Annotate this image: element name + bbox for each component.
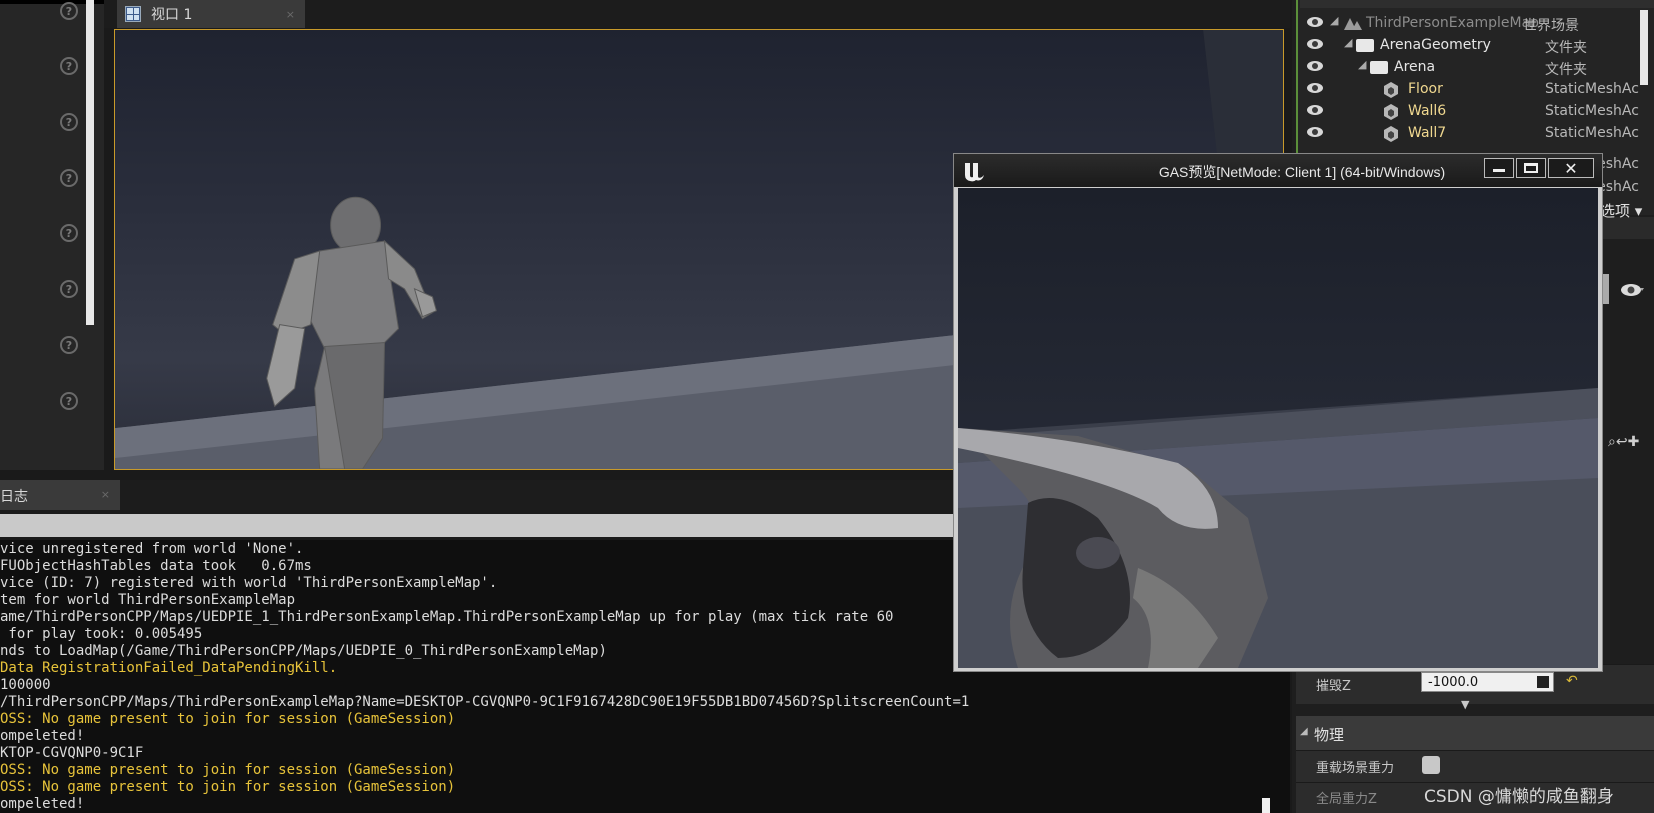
log-line: ompeleted! xyxy=(0,796,85,812)
log-line: KTOP-CGVQNP0-9C1F xyxy=(0,745,144,761)
tab-label: 日志 xyxy=(0,489,28,505)
expand-arrow-icon[interactable]: ◢ xyxy=(1358,58,1366,71)
log-line: OSS: No game present to join for session… xyxy=(0,779,456,795)
outliner-row-type: StaticMeshAc xyxy=(1545,81,1639,97)
close-button[interactable]: ✕ xyxy=(1548,158,1594,178)
outliner-row-name: Floor xyxy=(1408,81,1443,97)
visibility-eye-icon[interactable] xyxy=(1306,15,1324,29)
log-line: ompeleted! xyxy=(0,728,85,744)
override-gravity-checkbox[interactable] xyxy=(1422,756,1440,774)
help-icon[interactable]: ? xyxy=(60,336,78,354)
help-icon[interactable]: ? xyxy=(60,280,78,298)
left-scrollbar[interactable] xyxy=(86,0,94,325)
help-icon[interactable]: ? xyxy=(60,2,78,20)
override-gravity-label: 重载场景重力 xyxy=(1316,761,1395,776)
expand-arrow-icon[interactable]: ◢ xyxy=(1344,36,1352,49)
close-icon[interactable]: × xyxy=(286,8,295,21)
visibility-eye-icon[interactable] xyxy=(1620,282,1644,298)
world-icon xyxy=(1342,16,1362,32)
search-icon[interactable]: ⌕↩✚ xyxy=(1608,434,1639,450)
visibility-eye-icon[interactable] xyxy=(1306,81,1324,95)
static-mesh-icon xyxy=(1384,126,1398,142)
pie-game-window[interactable]: GAS预览[NetMode: Client 1] (64-bit/Windows… xyxy=(953,153,1603,672)
watermark: CSDN @慵懒的咸鱼翻身 xyxy=(1424,787,1614,807)
folder-icon xyxy=(1356,39,1374,52)
outliner-row-name: ArenaGeometry xyxy=(1380,37,1491,53)
physics-section-label: 物理 xyxy=(1314,726,1345,744)
outliner-header xyxy=(1300,0,1654,8)
view-options-label: 选项 xyxy=(1600,202,1631,220)
help-icon[interactable]: ? xyxy=(60,169,78,187)
panel-grip[interactable] xyxy=(1603,274,1609,304)
outliner-row[interactable]: Wall7 StaticMeshAc xyxy=(1300,122,1640,145)
minimize-button[interactable] xyxy=(1484,158,1514,178)
help-icon[interactable]: ? xyxy=(60,224,78,242)
view-options-button[interactable]: 选项 ▾ xyxy=(1600,200,1642,221)
static-mesh-icon xyxy=(1384,82,1398,98)
log-line: 100000 xyxy=(0,677,51,693)
viewport-icon xyxy=(125,6,141,22)
global-gravity-label: 全局重力Z xyxy=(1316,792,1377,807)
outliner-row[interactable]: Wall6 StaticMeshAc xyxy=(1300,100,1640,123)
log-line: OSS: No game present to join for session… xyxy=(0,762,456,778)
outliner-row-name: Wall7 xyxy=(1408,125,1447,141)
outliner-row[interactable]: ◢ ArenaGeometry 文件夹 xyxy=(1300,34,1640,57)
outliner-row-type: 文件夹 xyxy=(1545,62,1587,78)
tab-output-log[interactable]: 日志 × xyxy=(0,480,120,510)
outliner-row-type: 文件夹 xyxy=(1545,40,1587,56)
kill-z-input[interactable]: -1000.0 xyxy=(1421,672,1554,692)
help-icon[interactable]: ? xyxy=(60,57,78,75)
kill-z-value: -1000.0 xyxy=(1428,675,1479,690)
outliner-row-name: ThirdPersonExampleMap xyxy=(1366,15,1540,31)
help-icon[interactable]: ? xyxy=(60,113,78,131)
tab-viewport-1[interactable]: 视口 1 × xyxy=(117,0,305,28)
visibility-eye-icon[interactable] xyxy=(1306,125,1324,139)
pie-titlebar[interactable]: GAS预览[NetMode: Client 1] (64-bit/Windows… xyxy=(954,154,1602,187)
help-icon[interactable]: ? xyxy=(60,392,78,410)
kill-z-label: 摧毁Z xyxy=(1316,679,1351,694)
maximize-button[interactable] xyxy=(1516,158,1546,178)
pie-game-view[interactable] xyxy=(958,188,1598,668)
log-line: OSS: No game present to join for session… xyxy=(0,711,456,727)
tab-label: 视口 1 xyxy=(151,7,193,23)
outliner-scrollbar[interactable] xyxy=(1640,10,1648,85)
physics-section-header[interactable]: ◢ 物理 xyxy=(1296,716,1654,750)
chevron-down-icon[interactable]: ▼ xyxy=(1461,698,1469,711)
spin-icon[interactable] xyxy=(1537,676,1549,688)
outliner-row-type: StaticMeshAc xyxy=(1545,125,1639,141)
pie-scene xyxy=(958,388,1598,668)
log-line: /ThirdPersonCPP/Maps/ThirdPersonExampleM… xyxy=(0,694,970,710)
expand-arrow-icon[interactable]: ◢ xyxy=(1330,14,1338,27)
outliner-row[interactable]: Floor StaticMeshAc xyxy=(1300,78,1640,101)
left-panel xyxy=(0,0,222,470)
close-icon[interactable]: × xyxy=(101,488,110,501)
outliner-row-type: 世界场景 xyxy=(1523,18,1579,34)
minimize-icon xyxy=(1493,168,1505,172)
outliner-row[interactable]: ◢ Arena 文件夹 xyxy=(1300,56,1640,79)
log-scrollbar[interactable] xyxy=(1262,798,1270,813)
close-icon: ✕ xyxy=(1564,158,1578,178)
visibility-eye-icon[interactable] xyxy=(1306,37,1324,51)
visibility-eye-icon[interactable] xyxy=(1306,103,1324,117)
maximize-icon xyxy=(1524,163,1538,173)
outliner-row-name: Wall6 xyxy=(1408,103,1447,119)
outliner-row-name: Arena xyxy=(1394,59,1436,75)
static-mesh-icon xyxy=(1384,104,1398,120)
reset-to-default-icon[interactable]: ↶ xyxy=(1566,673,1578,689)
folder-icon xyxy=(1370,61,1388,74)
visibility-eye-icon[interactable] xyxy=(1306,59,1324,73)
outliner-row[interactable]: ◢ ThirdPersonExampleMap 世界场景 xyxy=(1300,12,1640,35)
collapse-triangle-icon: ◢ xyxy=(1300,726,1308,737)
outliner-row-type: StaticMeshAc xyxy=(1545,103,1639,119)
